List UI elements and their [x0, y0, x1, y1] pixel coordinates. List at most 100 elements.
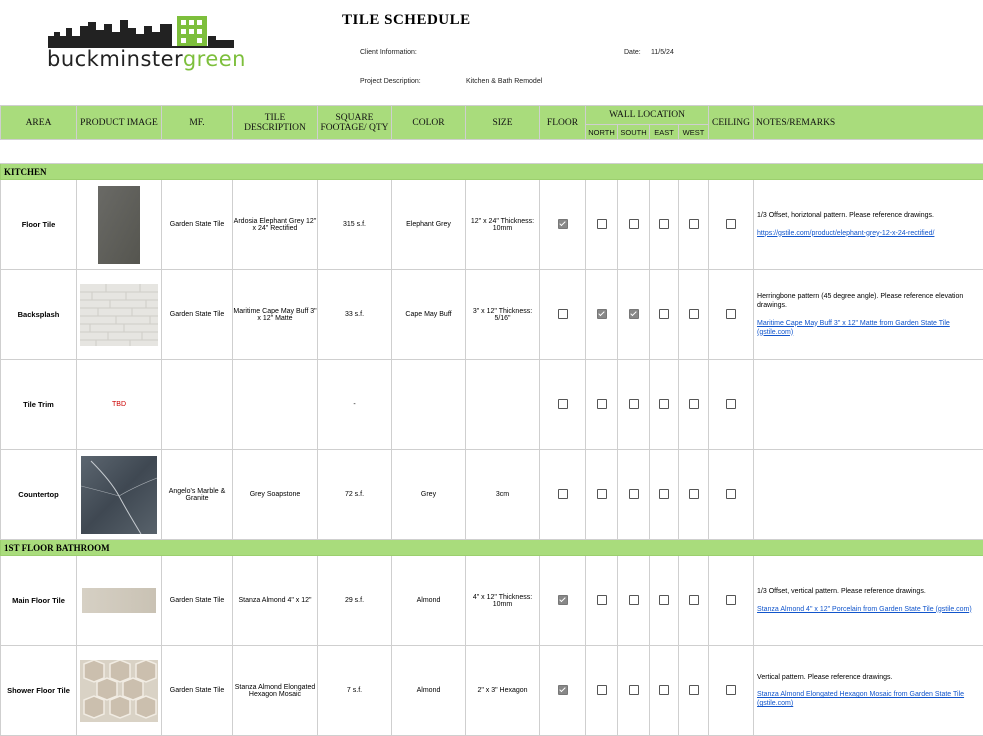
north-checkbox-cell[interactable] — [586, 556, 618, 646]
north-checkbox-cell[interactable] — [586, 180, 618, 270]
product-image-cell[interactable] — [77, 450, 162, 540]
floor-checkbox-cell[interactable] — [540, 270, 586, 360]
notes-cell[interactable]: 1/3 Offset, vertical pattern. Please ref… — [754, 556, 983, 646]
product-image-cell[interactable] — [77, 180, 162, 270]
product-image-cell[interactable] — [77, 556, 162, 646]
checkbox[interactable] — [726, 489, 736, 499]
ceiling-checkbox-cell[interactable] — [709, 646, 754, 736]
manufacturer-cell[interactable]: Angelo's Marble & Granite — [162, 450, 233, 540]
color-cell[interactable]: Almond — [392, 646, 466, 736]
south-checkbox-cell[interactable] — [618, 556, 650, 646]
checkbox[interactable] — [726, 219, 736, 229]
notes-cell[interactable] — [754, 450, 983, 540]
west-checkbox-cell[interactable] — [679, 270, 709, 360]
product-image-cell[interactable]: TBD — [77, 360, 162, 450]
size-cell[interactable]: 4" x 12" Thickness: 10mm — [466, 556, 540, 646]
checkbox[interactable] — [558, 219, 568, 229]
checkbox[interactable] — [659, 595, 669, 605]
ceiling-checkbox-cell[interactable] — [709, 360, 754, 450]
size-cell[interactable]: 3" x 12" Thickness: 5/16" — [466, 270, 540, 360]
checkbox[interactable] — [659, 489, 669, 499]
checkbox[interactable] — [689, 399, 699, 409]
floor-checkbox-cell[interactable] — [540, 646, 586, 736]
floor-checkbox-cell[interactable] — [540, 360, 586, 450]
sqft-cell[interactable]: 7 s.f. — [318, 646, 392, 736]
checkbox[interactable] — [689, 595, 699, 605]
sqft-cell[interactable]: - — [318, 360, 392, 450]
sqft-cell[interactable]: 29 s.f. — [318, 556, 392, 646]
date-value[interactable]: 11/5/24 — [651, 49, 674, 56]
checkbox[interactable] — [629, 399, 639, 409]
floor-checkbox-cell[interactable] — [540, 450, 586, 540]
checkbox[interactable] — [558, 489, 568, 499]
checkbox[interactable] — [726, 595, 736, 605]
east-checkbox-cell[interactable] — [650, 646, 679, 736]
ceiling-checkbox-cell[interactable] — [709, 270, 754, 360]
ceiling-checkbox-cell[interactable] — [709, 556, 754, 646]
area-cell[interactable]: Tile Trim — [1, 360, 77, 450]
east-checkbox-cell[interactable] — [650, 180, 679, 270]
size-cell[interactable]: 2" x 3" Hexagon — [466, 646, 540, 736]
color-cell[interactable]: Cape May Buff — [392, 270, 466, 360]
area-cell[interactable]: Backsplash — [1, 270, 77, 360]
checkbox[interactable] — [689, 309, 699, 319]
checkbox[interactable] — [558, 399, 568, 409]
checkbox[interactable] — [659, 685, 669, 695]
checkbox[interactable] — [558, 309, 568, 319]
notes-cell[interactable]: Herringbone pattern (45 degree angle). P… — [754, 270, 983, 360]
checkbox[interactable] — [629, 685, 639, 695]
color-cell[interactable] — [392, 360, 466, 450]
manufacturer-cell[interactable]: Garden State Tile — [162, 556, 233, 646]
north-checkbox-cell[interactable] — [586, 360, 618, 450]
checkbox[interactable] — [726, 685, 736, 695]
ceiling-checkbox-cell[interactable] — [709, 450, 754, 540]
product-image-cell[interactable] — [77, 270, 162, 360]
notes-cell[interactable]: 1/3 Offset, horiztonal pattern. Please r… — [754, 180, 983, 270]
checkbox[interactable] — [597, 685, 607, 695]
checkbox[interactable] — [597, 309, 607, 319]
sqft-cell[interactable]: 33 s.f. — [318, 270, 392, 360]
south-checkbox-cell[interactable] — [618, 646, 650, 736]
checkbox[interactable] — [629, 595, 639, 605]
checkbox[interactable] — [629, 309, 639, 319]
size-cell[interactable]: 3cm — [466, 450, 540, 540]
manufacturer-cell[interactable]: Garden State Tile — [162, 646, 233, 736]
checkbox[interactable] — [659, 399, 669, 409]
description-cell[interactable]: Ardosia Elephant Grey 12" x 24" Rectifie… — [233, 180, 318, 270]
checkbox[interactable] — [689, 219, 699, 229]
color-cell[interactable]: Almond — [392, 556, 466, 646]
area-cell[interactable]: Shower Floor Tile — [1, 646, 77, 736]
area-cell[interactable]: Floor Tile — [1, 180, 77, 270]
floor-checkbox-cell[interactable] — [540, 180, 586, 270]
description-cell[interactable]: Grey Soapstone — [233, 450, 318, 540]
color-cell[interactable]: Elephant Grey — [392, 180, 466, 270]
east-checkbox-cell[interactable] — [650, 556, 679, 646]
east-checkbox-cell[interactable] — [650, 450, 679, 540]
product-image-cell[interactable] — [77, 646, 162, 736]
checkbox[interactable] — [597, 219, 607, 229]
checkbox[interactable] — [689, 685, 699, 695]
notes-cell[interactable] — [754, 360, 983, 450]
product-link[interactable]: Maritime Cape May Buff 3" x 12" Matte fr… — [757, 319, 980, 337]
sqft-cell[interactable]: 315 s.f. — [318, 180, 392, 270]
south-checkbox-cell[interactable] — [618, 360, 650, 450]
west-checkbox-cell[interactable] — [679, 646, 709, 736]
floor-checkbox-cell[interactable] — [540, 556, 586, 646]
north-checkbox-cell[interactable] — [586, 646, 618, 736]
checkbox[interactable] — [726, 399, 736, 409]
ceiling-checkbox-cell[interactable] — [709, 180, 754, 270]
checkbox[interactable] — [597, 595, 607, 605]
west-checkbox-cell[interactable] — [679, 180, 709, 270]
area-cell[interactable]: Main Floor Tile — [1, 556, 77, 646]
color-cell[interactable]: Grey — [392, 450, 466, 540]
checkbox[interactable] — [629, 219, 639, 229]
manufacturer-cell[interactable]: Garden State Tile — [162, 270, 233, 360]
west-checkbox-cell[interactable] — [679, 450, 709, 540]
product-link[interactable]: Stanza Almond Elongated Hexagon Mosaic f… — [757, 690, 980, 708]
checkbox[interactable] — [659, 309, 669, 319]
checkbox[interactable] — [558, 685, 568, 695]
checkbox[interactable] — [597, 489, 607, 499]
checkbox[interactable] — [629, 489, 639, 499]
product-link[interactable]: Stanza Almond 4" x 12" Porcelain from Ga… — [757, 605, 980, 614]
description-cell[interactable] — [233, 360, 318, 450]
